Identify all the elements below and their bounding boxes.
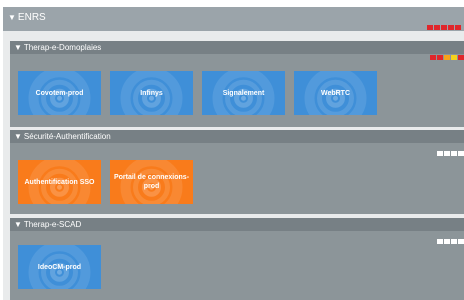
tile-label: Infinys — [140, 89, 163, 97]
enrs-group-header[interactable]: ▼ ENRS — [3, 7, 464, 31]
status-square — [448, 25, 454, 30]
service-tile-covotem-prod[interactable]: Covotem-prod — [18, 71, 101, 115]
status-square — [451, 151, 457, 156]
group-therap-e-domoplaies: ▼ Therap-e-Domoplaies Covotem-prod Infiny… — [10, 41, 464, 127]
status-square — [458, 55, 464, 60]
group-header[interactable]: ▼ Therap-e-SCAD — [10, 218, 464, 231]
group-status-indicators — [437, 151, 464, 156]
status-square — [441, 25, 447, 30]
tile-label: Covotem-prod — [35, 89, 84, 97]
status-square — [458, 239, 464, 244]
chevron-down-icon[interactable]: ▼ — [14, 219, 22, 230]
group-status-indicators — [437, 239, 464, 244]
service-tile-webrtc[interactable]: WebRTC — [294, 71, 377, 115]
status-square — [437, 55, 443, 60]
group-title-text: Therap-e-Domoplaies — [23, 43, 102, 52]
group-title: ▼ Sécurité-Authentification — [14, 131, 111, 142]
enrs-title-text: ENRS — [17, 12, 46, 23]
service-tile-signalement[interactable]: Signalement — [202, 71, 285, 115]
group-title: ▼ Therap-e-SCAD — [14, 219, 81, 230]
enrs-status-indicators — [427, 25, 461, 30]
status-square — [437, 239, 443, 244]
tile-label: Authentification SSO — [24, 178, 95, 186]
status-square — [444, 151, 450, 156]
group-status-indicators — [430, 55, 464, 60]
service-tile-infinys[interactable]: Infinys — [110, 71, 193, 115]
status-square — [427, 25, 433, 30]
service-tile-ideocm-prod[interactable]: IdeoCM-prod — [18, 245, 101, 289]
status-square — [437, 151, 443, 156]
enrs-group-title: ▼ ENRS — [8, 12, 46, 24]
status-square — [455, 25, 461, 30]
group-title: ▼ Therap-e-Domoplaies — [14, 42, 101, 53]
status-square — [458, 151, 464, 156]
service-tile-authentification-sso[interactable]: Authentification SSO — [18, 160, 101, 204]
group-therap-e-scad: ▼ Therap-e-SCAD IdeoCM-prod — [10, 218, 464, 300]
group-header[interactable]: ▼ Sécurité-Authentification — [10, 130, 464, 143]
group-header[interactable]: ▼ Therap-e-Domoplaies — [10, 41, 464, 54]
tile-label: IdeoCM-prod — [37, 263, 82, 271]
tile-label: Portail de connexions-prod — [113, 174, 190, 190]
service-tile-portail-de-connexions-prod[interactable]: Portail de connexions-prod — [110, 160, 193, 204]
status-square — [444, 239, 450, 244]
group-title-text: Sécurité-Authentification — [23, 132, 111, 141]
group-securite-authentification: ▼ Sécurité-Authentification Authentificat… — [10, 130, 464, 214]
status-square — [444, 55, 450, 60]
status-square — [451, 55, 457, 60]
tile-label: WebRTC — [320, 89, 351, 97]
chevron-down-icon[interactable]: ▼ — [14, 131, 22, 142]
group-title-text: Therap-e-SCAD — [23, 220, 82, 229]
monitoring-dashboard: ▼ ENRS ▼ Therap-e-Domoplaies Covotem-prod — [3, 7, 464, 300]
status-square — [451, 239, 457, 244]
tile-label: Signalement — [222, 89, 265, 97]
chevron-down-icon[interactable]: ▼ — [8, 12, 16, 24]
chevron-down-icon[interactable]: ▼ — [14, 42, 22, 53]
status-square — [430, 55, 436, 60]
status-square — [434, 25, 440, 30]
